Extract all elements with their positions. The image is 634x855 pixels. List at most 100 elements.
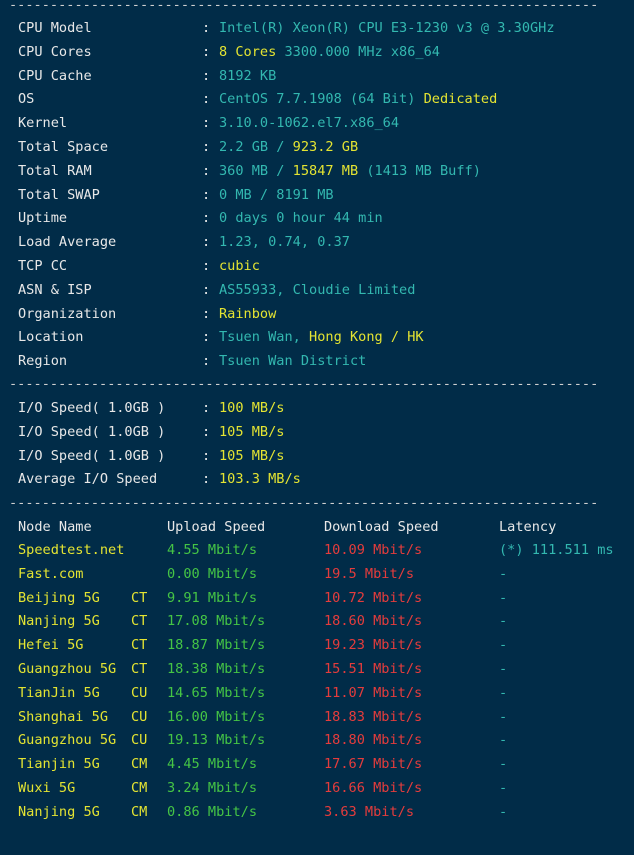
info-value-part: 1.23, 0.74, 0.37: [219, 234, 350, 251]
io-label: I/O Speed( 1.0GB ): [18, 423, 166, 440]
info-row: Load Average:1.23, 0.74, 0.37: [0, 230, 634, 254]
speed-row: Shanghai 5G CU 16.00 Mbit/s 18.83 Mbit/s -: [0, 705, 634, 729]
colon: :: [202, 20, 211, 36]
upload-speed: 18.87 Mbit/s: [167, 637, 266, 654]
info-label: CPU Cache: [18, 67, 92, 84]
upload-speed: 4.55 Mbit/s: [167, 542, 258, 558]
upload-speed: 0.86 Mbit/s: [167, 803, 258, 820]
info-row: CPU Cores:8 Cores 3300.000 MHz x86_64: [0, 40, 634, 64]
info-value-part: Tsuen Wan District: [219, 353, 367, 370]
colon: :: [202, 234, 211, 251]
upload-speed: 17.08 Mbit/s: [167, 613, 266, 630]
isp-code: CU: [131, 684, 148, 701]
isp-code: CU: [131, 732, 148, 749]
speed-row: TianJin 5G CU 14.65 Mbit/s 11.07 Mbit/s -: [0, 681, 634, 705]
node-name: Beijing 5G: [18, 589, 100, 606]
latency: -: [499, 613, 508, 630]
info-value: CentOS 7.7.1908 (64 Bit) Dedicated: [219, 87, 497, 111]
speed-row: Speedtest.net 4.55 Mbit/s 10.09 Mbit/s (*) …: [0, 538, 634, 562]
node-name: TianJin 5G: [18, 684, 100, 701]
download-speed: 19.5 Mbit/s: [324, 565, 415, 582]
info-row: ASN & ISP: AS55933, Cloudie Limited: [0, 278, 634, 302]
info-row: TCP CC: cubic: [0, 254, 634, 278]
header-latency: Latency: [499, 519, 557, 535]
colon: :: [202, 91, 211, 108]
info-label: Load Average: [18, 234, 117, 251]
upload-speed: 18.38 Mbit/s: [167, 661, 266, 677]
latency: -: [499, 756, 508, 773]
upload-speed: 16.00 Mbit/s: [167, 708, 266, 725]
info-row: Total SWAP:0 MB / 8191 MB: [0, 183, 634, 207]
info-row: Total RAM:360 MB / 15847 MB (1413 MB Buf…: [0, 159, 634, 183]
info-label: Total RAM: [18, 162, 92, 179]
isp-code: CT: [131, 637, 148, 654]
header-upload: Upload Speed: [167, 519, 266, 535]
colon: :: [202, 353, 211, 370]
separator-text: ----------------------------------------…: [9, 376, 599, 392]
download-speed: 15.51 Mbit/s: [324, 661, 423, 677]
info-value: 1.23, 0.74, 0.37: [219, 230, 350, 254]
upload-speed: 9.91 Mbit/s: [167, 589, 258, 606]
latency: -: [499, 780, 508, 796]
isp-code: CM: [131, 780, 148, 796]
isp-code: CT: [131, 589, 148, 606]
info-value: 2.2 GB / 923.2 GB: [219, 135, 358, 159]
latency: -: [499, 732, 508, 749]
info-label: Location: [18, 329, 84, 346]
info-value: Rainbow: [219, 302, 276, 326]
info-label: Organization: [18, 305, 117, 322]
info-row: Region: Tsuen Wan District: [0, 349, 634, 373]
info-value-part: CentOS 7.7.1908 (64 Bit): [219, 91, 424, 108]
latency: -: [499, 803, 508, 820]
download-speed: 18.60 Mbit/s: [324, 613, 423, 630]
isp-code: CT: [131, 661, 148, 677]
io-value: 105 MB/s: [219, 447, 285, 464]
info-value-part: Intel(R) Xeon(R) CPU E3-1230 v3 @ 3.30GH…: [219, 20, 555, 36]
info-value: cubic: [219, 254, 260, 278]
separator-text: ----------------------------------------…: [9, 495, 599, 511]
upload-speed: 0.00 Mbit/s: [167, 565, 258, 582]
info-value-part: 3.10.0-1062.el7.x86_64: [219, 115, 400, 132]
latency: (*) 111.511 ms: [499, 542, 614, 558]
info-row: OS: CentOS 7.7.1908 (64 Bit) Dedicated: [0, 87, 634, 111]
header-download: Download Speed: [324, 519, 439, 535]
info-row: Location: Tsuen Wan, Hong Kong / HK: [0, 325, 634, 349]
info-label: Kernel: [18, 115, 68, 132]
download-speed: 10.09 Mbit/s: [324, 542, 423, 558]
colon: :: [202, 186, 211, 203]
separator-line: ----------------------------------------…: [0, 0, 634, 17]
info-value: 8192 KB: [219, 64, 276, 88]
info-label: Region: [18, 353, 68, 370]
info-value: Intel(R) Xeon(R) CPU E3-1230 v3 @ 3.30GH…: [219, 16, 555, 40]
io-row: I/O Speed( 1.0GB ):105 MB/s: [0, 444, 634, 468]
info-value-part: Rainbow: [219, 305, 277, 322]
node-name: Tianjin 5G: [18, 756, 100, 773]
info-value-part: 15847 MB: [292, 162, 359, 179]
latency: -: [499, 708, 508, 725]
info-row: Kernel:3.10.0-1062.el7.x86_64: [0, 111, 634, 135]
info-value-part: 8192 KB: [219, 67, 277, 84]
speed-row: Beijing 5G CT 9.91 Mbit/s 10.72 Mbit/s -: [0, 586, 634, 610]
info-value-part: cubic: [219, 258, 260, 274]
isp-code: CM: [131, 756, 148, 773]
latency: -: [499, 684, 508, 701]
info-label: OS: [18, 91, 35, 108]
speed-row: Hefei 5G CT 18.87 Mbit/s 19.23 Mbit/s -: [0, 633, 634, 657]
io-row: I/O Speed( 1.0GB ):105 MB/s: [0, 420, 634, 444]
info-label: Uptime: [18, 210, 68, 227]
info-row: CPU Model: Intel(R) Xeon(R) CPU E3-1230 v…: [0, 16, 634, 40]
io-label: I/O Speed( 1.0GB ): [18, 400, 166, 416]
latency: -: [499, 637, 508, 654]
download-speed: 19.23 Mbit/s: [324, 637, 423, 654]
upload-speed: 14.65 Mbit/s: [167, 684, 266, 701]
node-name: Nanjing 5G: [18, 803, 100, 820]
colon: :: [202, 43, 211, 60]
io-value: 105 MB/s: [219, 423, 285, 440]
download-speed: 18.83 Mbit/s: [324, 708, 423, 725]
node-name: Nanjing 5G: [18, 613, 100, 630]
colon: :: [202, 447, 211, 464]
latency: -: [499, 565, 508, 582]
upload-speed: 3.24 Mbit/s: [167, 780, 258, 796]
info-value-part: 0 MB / 8191 MB: [219, 186, 334, 203]
node-name: Guangzhou 5G: [18, 732, 117, 749]
